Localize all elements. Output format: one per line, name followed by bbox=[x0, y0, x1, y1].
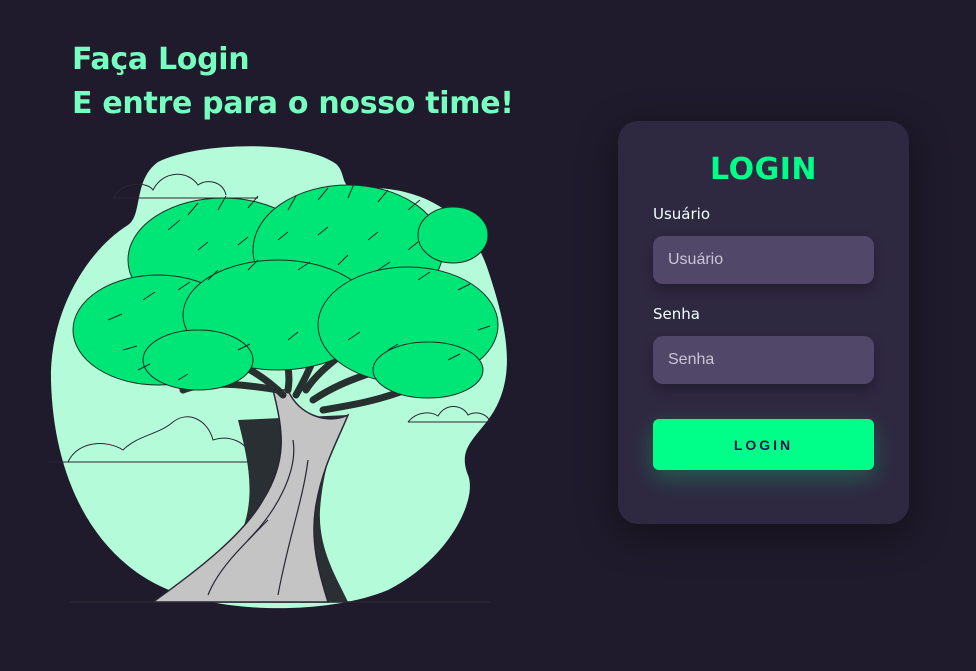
headline-line-1: Faça Login bbox=[72, 42, 250, 77]
password-label: Senha bbox=[653, 305, 700, 323]
headline-line-2: E entre para o nosso time! bbox=[72, 86, 514, 121]
tree-illustration bbox=[48, 146, 507, 609]
username-label: Usuário bbox=[653, 205, 711, 223]
page-headline: Faça Login E entre para o nosso time! bbox=[72, 38, 514, 126]
login-button[interactable]: LOGIN bbox=[653, 419, 874, 470]
username-input[interactable] bbox=[653, 236, 874, 284]
login-title: LOGIN bbox=[710, 152, 817, 187]
password-input[interactable] bbox=[653, 336, 874, 384]
login-page: Faça Login E entre para o nosso time! LO… bbox=[0, 0, 976, 671]
